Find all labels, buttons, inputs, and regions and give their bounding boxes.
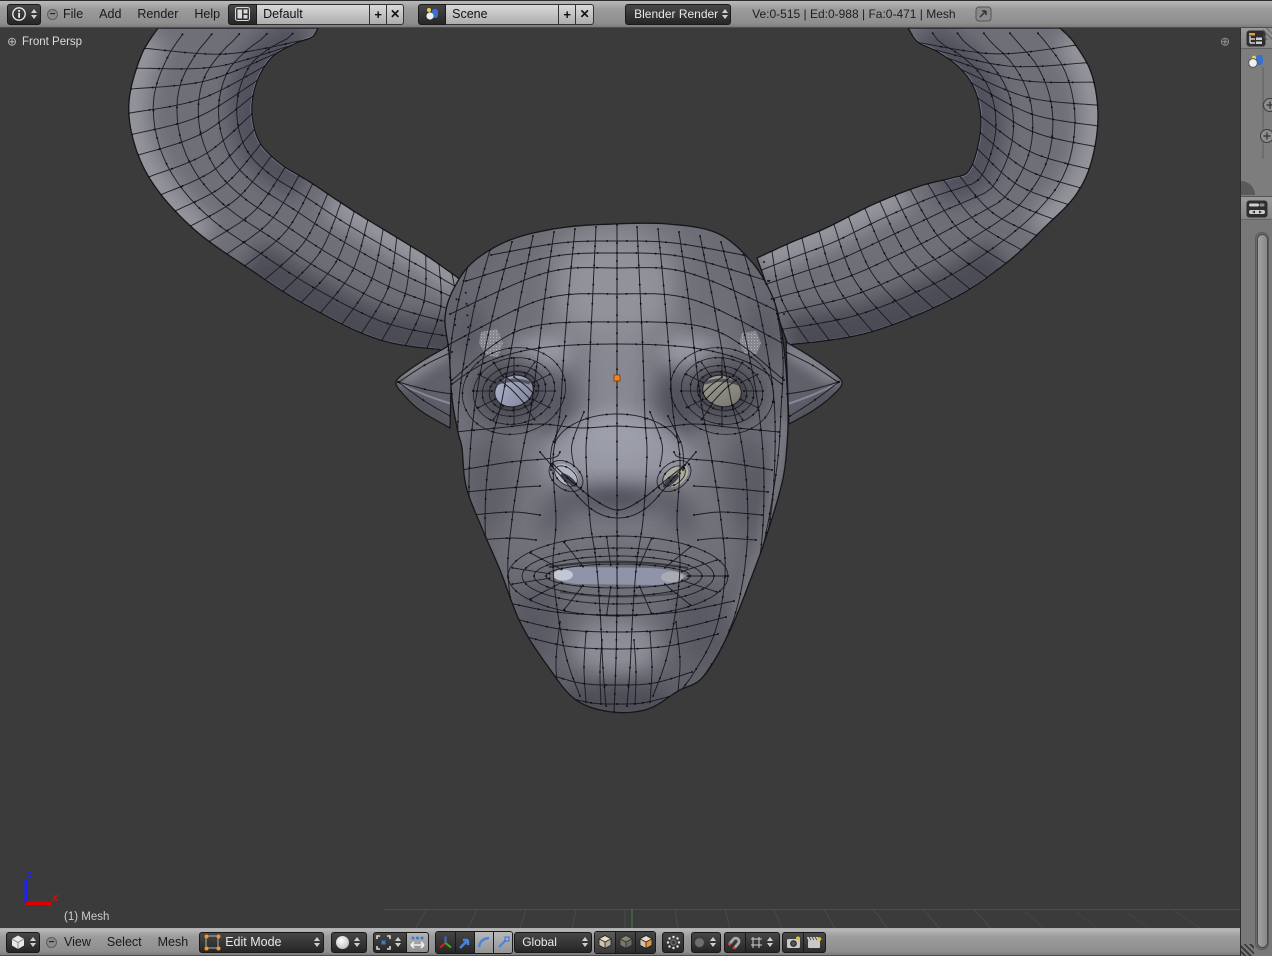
svg-text:z: z [27,868,33,880]
svg-text:x: x [52,892,59,904]
svg-text:⊕: ⊕ [7,35,17,49]
svg-text:⊕: ⊕ [1220,35,1230,49]
svg-text:(1) Mesh: (1) Mesh [64,911,109,923]
svg-text:Front Persp: Front Persp [22,36,82,48]
